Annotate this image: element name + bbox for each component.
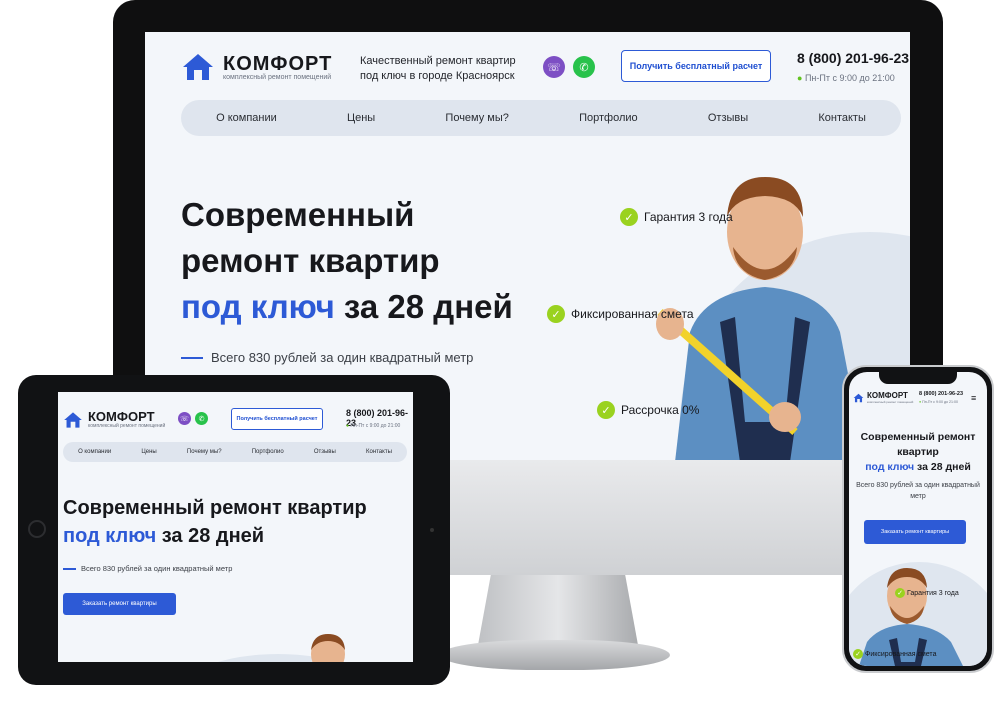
- hero-title-line2: ремонт квартир: [181, 242, 440, 279]
- logo[interactable]: КОМФОРТ комплексный ремонт помещений: [63, 410, 165, 429]
- check-icon: ✓: [853, 649, 863, 659]
- nav-item-contacts[interactable]: Контакты: [818, 112, 866, 124]
- brand-name: КОМФОРТ: [223, 52, 333, 75]
- devices-mockup: КОМФОРТ комплексный ремонт помещений Кач…: [0, 0, 995, 715]
- check-icon: ✓: [547, 305, 565, 323]
- nav-item-reviews[interactable]: Отзывы: [314, 449, 336, 455]
- messenger-links: ☏ ✆: [178, 412, 208, 425]
- tablet-camera: [430, 528, 434, 532]
- hero-title-accent: под ключ: [181, 288, 335, 325]
- free-estimate-button[interactable]: Получить бесплатный расчет: [231, 408, 323, 430]
- hero-title-line1: Современный ремонт квартир: [63, 497, 367, 519]
- nav-item-portfolio[interactable]: Портфолио: [252, 449, 284, 455]
- feature-label: Рассрочка 0%: [621, 403, 700, 417]
- logo[interactable]: КОМФОРТ комплексный ремонт помещений: [181, 52, 332, 82]
- check-icon: ✓: [597, 401, 615, 419]
- hero-title-tail: за 28 дней: [917, 461, 971, 473]
- working-hours: ● Пн-Пт с 9:00 до 21:00: [346, 423, 400, 429]
- messenger-links: ☏ ✆: [543, 56, 595, 78]
- order-renovation-button[interactable]: Заказать ремонт квартиры: [63, 593, 176, 615]
- hero-subtitle: Всего 830 рублей за один квадратный метр: [63, 564, 232, 573]
- nav-item-why-us[interactable]: Почему мы?: [187, 449, 222, 455]
- working-hours: ● Пн-Пт с 9:00 до 21:00: [797, 73, 895, 83]
- phone-number[interactable]: 8 (800) 201-96-23: [797, 50, 909, 66]
- working-hours-text: Пн-Пт с 9:00 до 21:00: [804, 73, 895, 83]
- nav-item-contacts[interactable]: Контакты: [366, 449, 392, 455]
- hamburger-menu-icon[interactable]: ≡: [971, 394, 981, 403]
- logo-text: КОМФОРТ комплексный ремонт помещений: [223, 54, 332, 81]
- whatsapp-icon[interactable]: ✆: [195, 412, 208, 425]
- working-hours-text: Пн-Пт с 9:00 до 21:00: [922, 400, 959, 404]
- feature-label: Фиксированная смета: [865, 650, 937, 658]
- monitor-stand: [478, 575, 638, 645]
- nav-item-portfolio[interactable]: Портфолио: [579, 112, 638, 124]
- tablet-screen: КОМФОРТ комплексный ремонт помещений ☏ ✆…: [58, 392, 413, 662]
- nav-item-why-us[interactable]: Почему мы?: [445, 112, 508, 124]
- hero-title-tail: за 28 дней: [161, 525, 265, 547]
- hero-title-accent: под ключ: [63, 525, 157, 547]
- main-nav: О компании Цены Почему мы? Портфолио Отз…: [181, 100, 901, 136]
- brand-name: КОМФОРТ: [88, 409, 155, 424]
- hero-title: Современный ремонт квартир под ключ за 2…: [853, 430, 983, 475]
- hero-title-accent: под ключ: [865, 461, 915, 473]
- hero-title-line2: квартир: [897, 446, 939, 458]
- brand-subtitle: комплексный ремонт помещений: [867, 400, 914, 404]
- nav-item-about[interactable]: О компании: [78, 449, 111, 455]
- logo-text: КОМФОРТ комплексный ремонт помещений: [88, 410, 165, 429]
- hero-subtitle-text: Всего 830 рублей за один квадратный метр: [211, 350, 474, 365]
- check-icon: ✓: [895, 588, 905, 598]
- whatsapp-icon[interactable]: ✆: [573, 56, 595, 78]
- viber-icon[interactable]: ☏: [178, 412, 191, 425]
- feature-label: Гарантия 3 года: [907, 589, 959, 597]
- accent-dash: [63, 567, 76, 570]
- nav-item-prices[interactable]: Цены: [141, 449, 156, 455]
- status-dot-icon: ●: [797, 73, 805, 83]
- hero-subtitle: Всего 830 рублей за один квадратный метр: [181, 350, 473, 365]
- hero-title-line1: Современный: [181, 196, 415, 233]
- logo-text: КОМФОРТ комплексный ремонт помещений: [867, 391, 914, 405]
- hero-subtitle: Всего 830 рублей за один квадратный метр: [856, 482, 980, 500]
- nav-item-about[interactable]: О компании: [216, 112, 277, 124]
- brand-subtitle: комплексный ремонт помещений: [223, 73, 332, 81]
- feature-badge-installment: ✓ Рассрочка 0%: [597, 401, 699, 419]
- worker-photo: [311, 634, 345, 662]
- feature-label: Фиксированная смета: [571, 307, 694, 321]
- nav-item-prices[interactable]: Цены: [347, 112, 375, 124]
- feature-badge-warranty: ✓ Гарантия 3 года: [895, 588, 959, 598]
- logo[interactable]: КОМФОРТ комплексный ремонт помещений: [853, 392, 913, 404]
- hero-title-line1: Современный ремонт: [860, 431, 976, 443]
- check-icon: ✓: [620, 208, 638, 226]
- brand-subtitle: комплексный ремонт помещений: [88, 423, 166, 429]
- house-logo-icon: [183, 54, 213, 80]
- feature-badge-fixed-estimate: ✓ Фиксированная смета: [547, 305, 694, 323]
- house-logo-icon: [853, 393, 864, 403]
- header-tagline: Качественный ремонт квартир под ключ в г…: [360, 55, 516, 82]
- accent-dash: [181, 356, 203, 359]
- phone-number[interactable]: 8 (800) 201-96-23: [919, 391, 963, 397]
- hero-title: Современный ремонт квартир под ключ за 2…: [63, 494, 367, 550]
- hero-subtitle-text: Всего 830 рублей за один квадратный метр: [81, 564, 233, 573]
- working-hours: ● Пн-Пт с 9:00 до 21:00: [919, 400, 958, 404]
- brand-name: КОМФОРТ: [867, 391, 908, 400]
- feature-label: Гарантия 3 года: [644, 210, 733, 224]
- feature-badge-warranty: ✓ Гарантия 3 года: [620, 208, 733, 226]
- viber-icon[interactable]: ☏: [543, 56, 565, 78]
- feature-badge-fixed-estimate: ✓ Фиксированная смета: [853, 649, 936, 659]
- free-estimate-button[interactable]: Получить бесплатный расчет: [621, 50, 771, 82]
- working-hours-text: Пн-Пт с 9:00 до 21:00: [350, 423, 401, 429]
- nav-item-reviews[interactable]: Отзывы: [708, 112, 748, 124]
- order-renovation-button[interactable]: Заказать ремонт квартиры: [864, 520, 966, 544]
- house-logo-icon: [64, 411, 82, 428]
- phone-notch: [879, 372, 957, 384]
- hero-title-tail: за 28 дней: [343, 288, 513, 325]
- main-nav: О компании Цены Почему мы? Портфолио Отз…: [63, 442, 407, 462]
- phone-screen: КОМФОРТ комплексный ремонт помещений 8 (…: [849, 372, 987, 666]
- hero-title: Современный ремонт квартир под ключ за 2…: [181, 192, 513, 330]
- monitor-stand-base: [440, 640, 670, 670]
- tablet-home-button: [28, 520, 46, 538]
